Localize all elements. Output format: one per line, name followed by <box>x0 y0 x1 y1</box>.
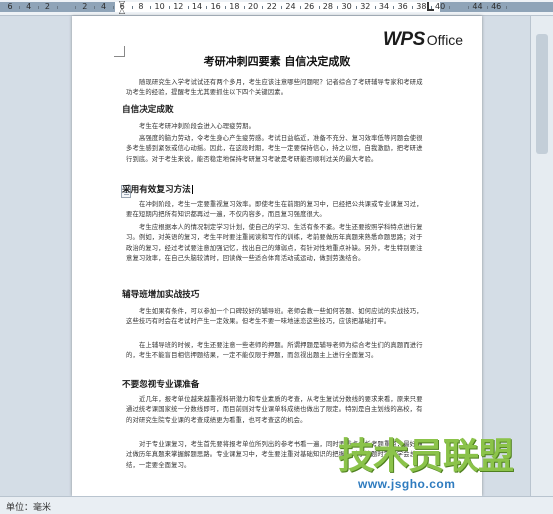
wps-office-logo: WPS Office <box>383 29 463 51</box>
ruler-number: 8 <box>138 2 144 11</box>
ruler-tick <box>56 6 58 9</box>
tab-stop-icon[interactable] <box>427 2 434 11</box>
ruler-number: 46 <box>491 2 502 11</box>
ruler-number: 20 <box>248 2 259 11</box>
scrollbar-thumb[interactable] <box>536 34 548 154</box>
ruler-number: 14 <box>191 2 203 11</box>
ruler-tick <box>206 6 208 9</box>
section-1-paragraph-1[interactable]: 考生在考研冲刺阶段会进入心理疲劳期。 <box>126 122 426 132</box>
ruler-tick <box>168 6 170 9</box>
ruler-tick <box>318 6 320 9</box>
ruler-number: 2 <box>44 2 50 11</box>
watermark-text: 技术员联盟 <box>338 436 514 477</box>
section-2-paragraph-1[interactable]: 在冲刺阶段，考生一定要重视复习效率。即使考生在前期的复习中，已经把公共课或专业课… <box>126 200 426 221</box>
section-1-paragraph-2[interactable]: 高强度的脑力劳动，令考生身心产生疲劳感。考试日益临近，准备不充分、复习效率低等问… <box>126 134 426 165</box>
watermark-url: www.jsgho.com <box>358 477 456 491</box>
ruler-tick <box>75 6 77 9</box>
ruler-tick <box>486 6 488 9</box>
ruler-number: 36 <box>397 2 408 11</box>
ruler-tick <box>150 6 152 9</box>
ruler-tick <box>393 6 395 9</box>
ruler-tick <box>19 6 21 9</box>
section-heading-3[interactable]: 辅导班增加实战技巧 <box>122 288 199 300</box>
section-heading-2-text: 采用有效复习方法 <box>122 185 191 195</box>
ruler-number: 18 <box>229 2 240 11</box>
site-watermark: 技术员联盟 www.jsgho.com <box>338 437 528 495</box>
ruler-tick <box>468 6 470 9</box>
unit-label[interactable]: 单位：毫米 <box>6 500 51 513</box>
ruler-number: 30 <box>341 2 352 11</box>
ruler-tick <box>299 6 301 9</box>
section-3-paragraph-1[interactable]: 考生如果有条件，可以参加一个口碑较好的辅导班。老师会教一些如何答题、如何应试的实… <box>126 307 426 328</box>
section-3-paragraph-2[interactable]: 在上辅导班的时候，考生还要注意一些老师的押题。所谓押题是辅导老师为综合考生们的真… <box>126 341 426 362</box>
document-title[interactable]: 考研冲刺四要素 自信决定成败 <box>72 53 482 69</box>
ruler-number: 16 <box>210 2 221 11</box>
ruler-number: 40 <box>435 2 446 11</box>
ruler-tick <box>112 6 114 9</box>
ruler-tick <box>355 6 357 9</box>
ruler-number: 28 <box>322 2 333 11</box>
ruler-tick <box>374 6 376 9</box>
section-2-paragraph-2[interactable]: 考生应根据本人的情况制定学习计划，使自己的学习、生活有条不紊。考生还要按照学科特… <box>126 223 426 265</box>
vertical-scrollbar[interactable] <box>530 16 553 496</box>
ruler-tick <box>281 6 283 9</box>
ruler-number: 32 <box>360 2 371 11</box>
status-bar: 单位：毫米 <box>0 496 553 514</box>
ruler-number: 6 <box>7 2 13 11</box>
ruler-number: 34 <box>378 2 390 11</box>
ruler-tick <box>505 6 507 9</box>
ruler-tick <box>187 6 189 9</box>
left-gutter <box>0 16 72 496</box>
ruler-tick <box>225 6 227 9</box>
section-heading-4[interactable]: 不要忽视专业课准备 <box>122 378 199 390</box>
ruler-number: 10 <box>154 2 165 11</box>
section-heading-1[interactable]: 自信决定成败 <box>122 103 174 115</box>
ruler-tick <box>38 6 40 9</box>
ruler-tick <box>131 6 133 9</box>
ruler-number: 22 <box>266 2 277 11</box>
ruler-number: 44 <box>472 2 483 11</box>
logo-wps-text: WPS <box>383 29 425 50</box>
document-page[interactable]: WPS Office 考研冲刺四要素 自信决定成败 随现研究生入学考试试还有两个多… <box>72 16 482 496</box>
ruler-tick <box>243 6 245 9</box>
ruler-number: 26 <box>304 2 315 11</box>
logo-office-text: Office <box>426 32 464 48</box>
ruler-number: 12 <box>173 2 184 11</box>
ruler-number: 24 <box>285 2 296 11</box>
section-4-paragraph-1[interactable]: 近几年，报考单位越来越重视科研潜力和专业素质的考查，从考生复试分数线的要求来看，… <box>126 395 426 426</box>
horizontal-ruler[interactable]: 6 4 2 2 4 6 8 10 12 14 16 18 20 22 24 26 28 30 32 34 36 38 40 4… <box>0 0 553 16</box>
ruler-number: 4 <box>26 2 32 11</box>
ruler-tick <box>94 6 96 9</box>
section-heading-2[interactable]: 采用有效复习方法 <box>122 183 193 195</box>
intro-paragraph[interactable]: 随现研究生入学考试试还有两个多月，考生应该注意哪些问题呢？记者综合了考研辅导专家… <box>126 78 426 99</box>
ruler-tick <box>449 6 451 9</box>
ruler-tick <box>412 6 414 9</box>
ruler-tick <box>262 6 264 9</box>
ruler-number: 4 <box>100 2 107 11</box>
ruler-number: 38 <box>416 2 427 11</box>
indent-marker-icon[interactable]: ▽ △ <box>118 0 126 15</box>
ruler-number: 2 <box>82 2 88 11</box>
ruler-tick <box>337 6 339 9</box>
text-cursor <box>191 185 193 194</box>
